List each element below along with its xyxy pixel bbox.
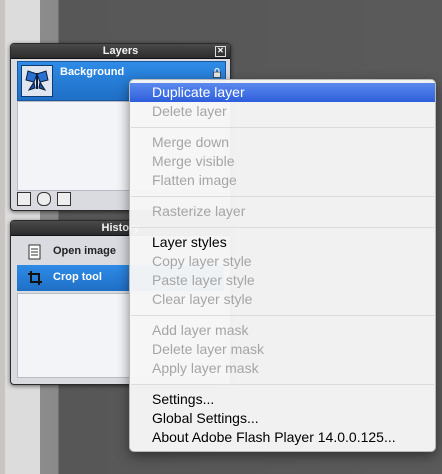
menu-item-apply-layer-mask: Apply layer mask <box>152 360 259 376</box>
menu-separator <box>131 384 434 385</box>
close-icon[interactable]: ✕ <box>215 46 226 57</box>
layer-settings-icon[interactable] <box>17 192 31 206</box>
butterfly-icon <box>22 66 52 96</box>
menu-item-about-flash-player[interactable]: About Adobe Flash Player 14.0.0.125... <box>130 428 435 447</box>
menu-item-flatten-image: Flatten image <box>152 172 237 188</box>
menu-item-clear-layer-style: Clear layer style <box>152 291 253 307</box>
history-item-label: Crop tool <box>53 271 102 283</box>
menu-separator <box>131 196 434 197</box>
menu-separator <box>131 315 434 316</box>
menu-item-delete-layer-mask: Delete layer mask <box>152 341 265 357</box>
lock-icon <box>213 68 221 78</box>
menu-item-rasterize-layer: Rasterize layer <box>152 203 246 219</box>
menu-item-settings[interactable]: Settings... <box>130 390 435 409</box>
layer-name-label: Background <box>60 66 125 78</box>
layers-toolbar <box>17 192 71 206</box>
menu-item-global-settings[interactable]: Global Settings... <box>130 409 435 428</box>
menu-separator <box>131 127 434 128</box>
history-item-label: Open image <box>53 245 116 257</box>
crop-icon <box>28 271 42 285</box>
layers-title-text: Layers <box>102 45 139 57</box>
menu-item-add-layer-mask: Add layer mask <box>152 322 249 338</box>
menu-item-delete-layer: Delete layer <box>152 103 227 119</box>
menu-item-merge-visible: Merge visible <box>152 153 235 169</box>
menu-separator <box>131 227 434 228</box>
menu-item-merge-down: Merge down <box>152 134 230 150</box>
open-image-icon <box>28 244 41 260</box>
layers-panel-title[interactable]: Layers ✕ <box>11 44 230 59</box>
menu-item-paste-layer-style: Paste layer style <box>152 272 255 288</box>
new-layer-icon[interactable] <box>57 192 71 206</box>
menu-item-duplicate-layer[interactable]: Duplicate layer <box>130 83 435 102</box>
menu-item-copy-layer-style: Copy layer style <box>152 253 252 269</box>
menu-item-layer-styles[interactable]: Layer styles <box>130 233 435 252</box>
layer-thumbnail <box>21 65 53 97</box>
context-menu: Duplicate layer Delete layer Merge down … <box>129 79 436 452</box>
layer-mask-icon[interactable] <box>37 192 51 206</box>
